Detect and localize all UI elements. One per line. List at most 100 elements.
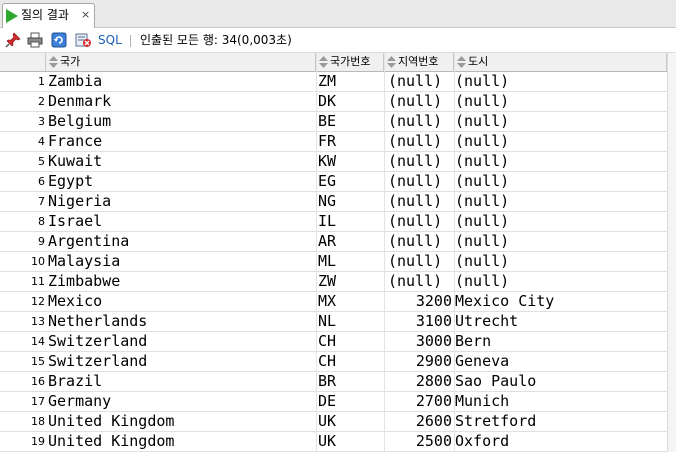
table-row[interactable]: 13 Netherlands NL 3100 Utrecht (0, 312, 667, 332)
cell-country[interactable]: Zambia (48, 72, 313, 91)
cell-region-code[interactable]: (null) (388, 272, 452, 291)
cell-country-code[interactable]: ZW (318, 272, 383, 291)
cell-country-code[interactable]: BE (318, 112, 383, 131)
cell-country[interactable]: Switzerland (48, 332, 313, 351)
cell-region-code[interactable]: 2500 (388, 432, 452, 451)
cell-country[interactable]: Switzerland (48, 352, 313, 371)
cell-city[interactable]: Oxford (455, 432, 665, 451)
cell-region-code[interactable]: (null) (388, 132, 452, 151)
cell-country[interactable]: Kuwait (48, 152, 313, 171)
table-row[interactable]: 18 United Kingdom UK 2600 Stretford (0, 412, 667, 432)
cell-country-code[interactable]: UK (318, 432, 383, 451)
cell-region-code[interactable]: 3000 (388, 332, 452, 351)
table-row[interactable]: 9 Argentina AR (null) (null) (0, 232, 667, 252)
cell-country[interactable]: Mexico (48, 292, 313, 311)
cell-country[interactable]: Netherlands (48, 312, 313, 331)
cell-country[interactable]: France (48, 132, 313, 151)
cell-country-code[interactable]: IL (318, 212, 383, 231)
print-icon[interactable] (27, 32, 43, 48)
cell-country-code[interactable]: FR (318, 132, 383, 151)
cell-region-code[interactable]: (null) (388, 172, 452, 191)
cell-country-code[interactable]: CH (318, 352, 383, 371)
cell-country-code[interactable]: NL (318, 312, 383, 331)
sort-icon[interactable] (457, 56, 466, 68)
cell-region-code[interactable]: 2900 (388, 352, 452, 371)
cell-country[interactable]: United Kingdom (48, 432, 313, 451)
close-icon[interactable]: × (81, 9, 90, 21)
cell-region-code[interactable]: 2600 (388, 412, 452, 431)
table-row[interactable]: 12 Mexico MX 3200 Mexico City (0, 292, 667, 312)
sort-icon[interactable] (387, 56, 396, 68)
sort-icon[interactable] (49, 56, 58, 68)
cell-city[interactable]: Munich (455, 392, 665, 411)
table-row[interactable]: 17 Germany DE 2700 Munich (0, 392, 667, 412)
cell-region-code[interactable]: (null) (388, 152, 452, 171)
table-row[interactable]: 19 United Kingdom UK 2500 Oxford (0, 432, 667, 452)
cell-country-code[interactable]: NG (318, 192, 383, 211)
cell-country[interactable]: Germany (48, 392, 313, 411)
result-grid[interactable]: 국가 국가번호 지역번호 도시 1 Zambia ZM (null) (null) 2 De… (0, 53, 667, 452)
cell-country-code[interactable]: ML (318, 252, 383, 271)
cell-city[interactable]: (null) (455, 212, 665, 231)
tab-query-result[interactable]: 질의 결과 × (2, 3, 95, 28)
cell-country-code[interactable]: CH (318, 332, 383, 351)
cell-region-code[interactable]: (null) (388, 72, 452, 91)
cell-region-code[interactable]: (null) (388, 212, 452, 231)
table-row[interactable]: 15 Switzerland CH 2900 Geneva (0, 352, 667, 372)
cell-city[interactable]: Utrecht (455, 312, 665, 331)
table-row[interactable]: 16 Brazil BR 2800 Sao Paulo (0, 372, 667, 392)
cell-city[interactable]: Mexico City (455, 292, 665, 311)
cell-region-code[interactable]: 3200 (388, 292, 452, 311)
cell-region-code[interactable]: 2800 (388, 372, 452, 391)
cell-city[interactable]: (null) (455, 72, 665, 91)
cell-city[interactable]: (null) (455, 272, 665, 291)
cell-country-code[interactable]: EG (318, 172, 383, 191)
cell-country[interactable]: Denmark (48, 92, 313, 111)
cell-country-code[interactable]: MX (318, 292, 383, 311)
cell-city[interactable]: Sao Paulo (455, 372, 665, 391)
table-row[interactable]: 14 Switzerland CH 3000 Bern (0, 332, 667, 352)
table-row[interactable]: 7 Nigeria NG (null) (null) (0, 192, 667, 212)
cell-region-code[interactable]: (null) (388, 192, 452, 211)
column-header-city[interactable]: 도시 (454, 53, 667, 71)
cell-region-code[interactable]: (null) (388, 92, 452, 111)
cell-city[interactable]: (null) (455, 252, 665, 271)
table-row[interactable]: 11 Zimbabwe ZW (null) (null) (0, 272, 667, 292)
cell-country[interactable]: Zimbabwe (48, 272, 313, 291)
cell-region-code[interactable]: (null) (388, 232, 452, 251)
cell-country-code[interactable]: DE (318, 392, 383, 411)
cell-city[interactable]: (null) (455, 92, 665, 111)
cell-region-code[interactable]: (null) (388, 252, 452, 271)
cell-country[interactable]: United Kingdom (48, 412, 313, 431)
cell-country[interactable]: Belgium (48, 112, 313, 131)
cell-country-code[interactable]: BR (318, 372, 383, 391)
sql-button[interactable]: SQL (98, 33, 122, 47)
cell-country-code[interactable]: DK (318, 92, 383, 111)
pin-icon[interactable] (5, 32, 21, 48)
table-row[interactable]: 1 Zambia ZM (null) (null) (0, 72, 667, 92)
refresh-icon[interactable] (51, 32, 67, 48)
table-row[interactable]: 10 Malaysia ML (null) (null) (0, 252, 667, 272)
cell-city[interactable]: (null) (455, 232, 665, 251)
cell-city[interactable]: (null) (455, 192, 665, 211)
cell-city[interactable]: Stretford (455, 412, 665, 431)
table-row[interactable]: 4 France FR (null) (null) (0, 132, 667, 152)
cell-region-code[interactable]: 2700 (388, 392, 452, 411)
cell-country-code[interactable]: ZM (318, 72, 383, 91)
cell-country[interactable]: Malaysia (48, 252, 313, 271)
cell-city[interactable]: (null) (455, 132, 665, 151)
cancel-icon[interactable] (75, 32, 91, 48)
cell-country[interactable]: Israel (48, 212, 313, 231)
cell-city[interactable]: (null) (455, 152, 665, 171)
table-row[interactable]: 6 Egypt EG (null) (null) (0, 172, 667, 192)
table-row[interactable]: 2 Denmark DK (null) (null) (0, 92, 667, 112)
cell-country[interactable]: Egypt (48, 172, 313, 191)
column-header-country-code[interactable]: 국가번호 (316, 53, 384, 71)
cell-country-code[interactable]: UK (318, 412, 383, 431)
cell-region-code[interactable]: 3100 (388, 312, 452, 331)
cell-region-code[interactable]: (null) (388, 112, 452, 131)
column-header-country[interactable]: 국가 (46, 53, 316, 71)
cell-country[interactable]: Nigeria (48, 192, 313, 211)
column-header-region-code[interactable]: 지역번호 (384, 53, 454, 71)
table-row[interactable]: 5 Kuwait KW (null) (null) (0, 152, 667, 172)
